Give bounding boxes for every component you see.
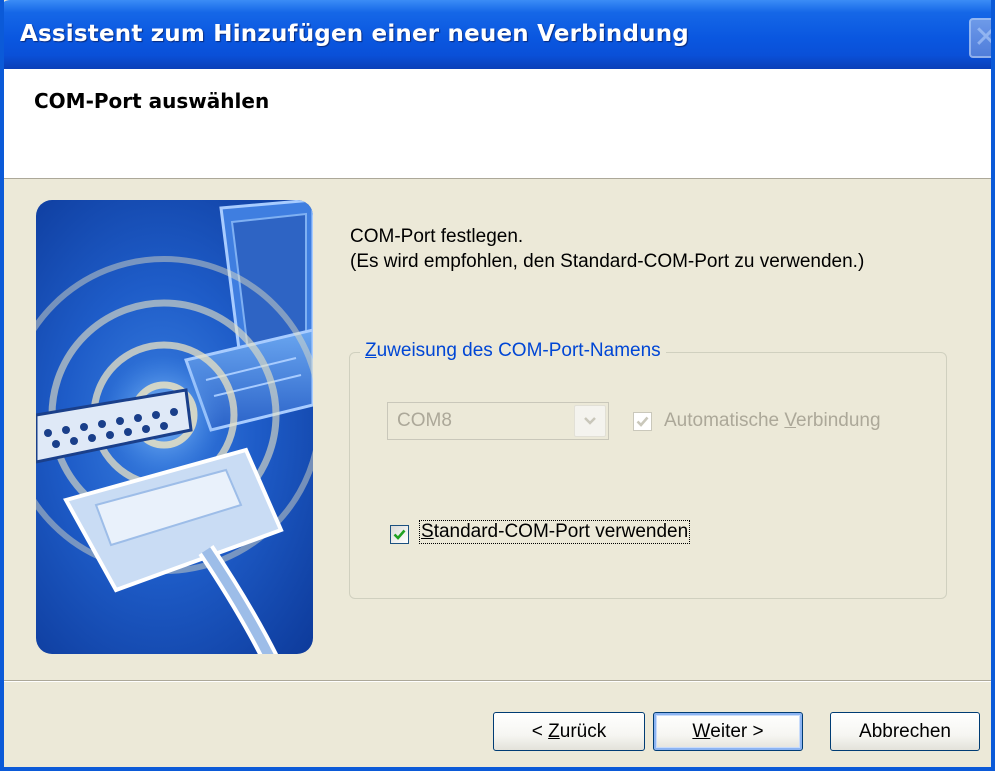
dropdown-arrow-button[interactable] [574,405,606,437]
auto-connect-label-end: erbindung [796,410,881,431]
close-button[interactable]: ✕ [969,18,991,58]
back-button-accelerator: Z [548,720,560,742]
group-legend: Zuweisung des COM-Port-Namens [360,340,666,362]
use-default-label-text: tandard-COM-Port verwenden [433,521,689,542]
auto-connect-checkbox[interactable] [633,412,652,431]
use-default-port-checkbox[interactable] [390,525,409,544]
auto-connect-accelerator: V [784,410,797,431]
com-port-select[interactable]: COM8 [387,402,609,440]
use-default-port-label[interactable]: Standard-COM-Port verwenden [418,520,691,544]
use-default-accelerator: S [421,521,434,542]
legend-text: uweisung des COM-Port-Namens [376,340,661,361]
wireless-serial-connection-illustration [36,200,313,654]
back-button-prefix: < [531,720,549,742]
instruction-line-1: COM-Port festlegen. [350,226,524,247]
instruction-line-2: (Es wird empfohlen, den Standard-COM-Por… [350,251,865,272]
check-icon [393,529,406,540]
wizard-banner-image [36,200,313,654]
com-port-select-value: COM8 [397,410,452,431]
check-icon [636,416,649,427]
legend-accelerator: Z [365,340,377,361]
back-button-text: urück [559,720,607,742]
title-bar[interactable]: Assistent zum Hinzufügen einer neuen Ver… [4,0,991,69]
cancel-button[interactable]: Abbrechen [830,712,980,751]
footer-separator [4,680,991,682]
wizard-window: Assistent zum Hinzufügen einer neuen Ver… [0,0,995,771]
next-button[interactable]: Weiter > [653,712,803,751]
next-button-text: eiter > [710,720,764,742]
auto-connect-label[interactable]: Automatische Verbindung [664,410,881,432]
auto-connect-label-start: Automatische [664,410,785,431]
next-button-accelerator: W [692,720,711,742]
page-title: COM-Port auswählen [34,89,270,113]
window-title: Assistent zum Hinzufügen einer neuen Ver… [20,21,689,47]
wizard-header: COM-Port auswählen [4,69,991,179]
com-port-name-group [349,352,947,599]
chevron-down-icon [584,417,596,425]
close-icon: ✕ [973,23,991,53]
back-button[interactable]: < Zurück [493,712,645,751]
